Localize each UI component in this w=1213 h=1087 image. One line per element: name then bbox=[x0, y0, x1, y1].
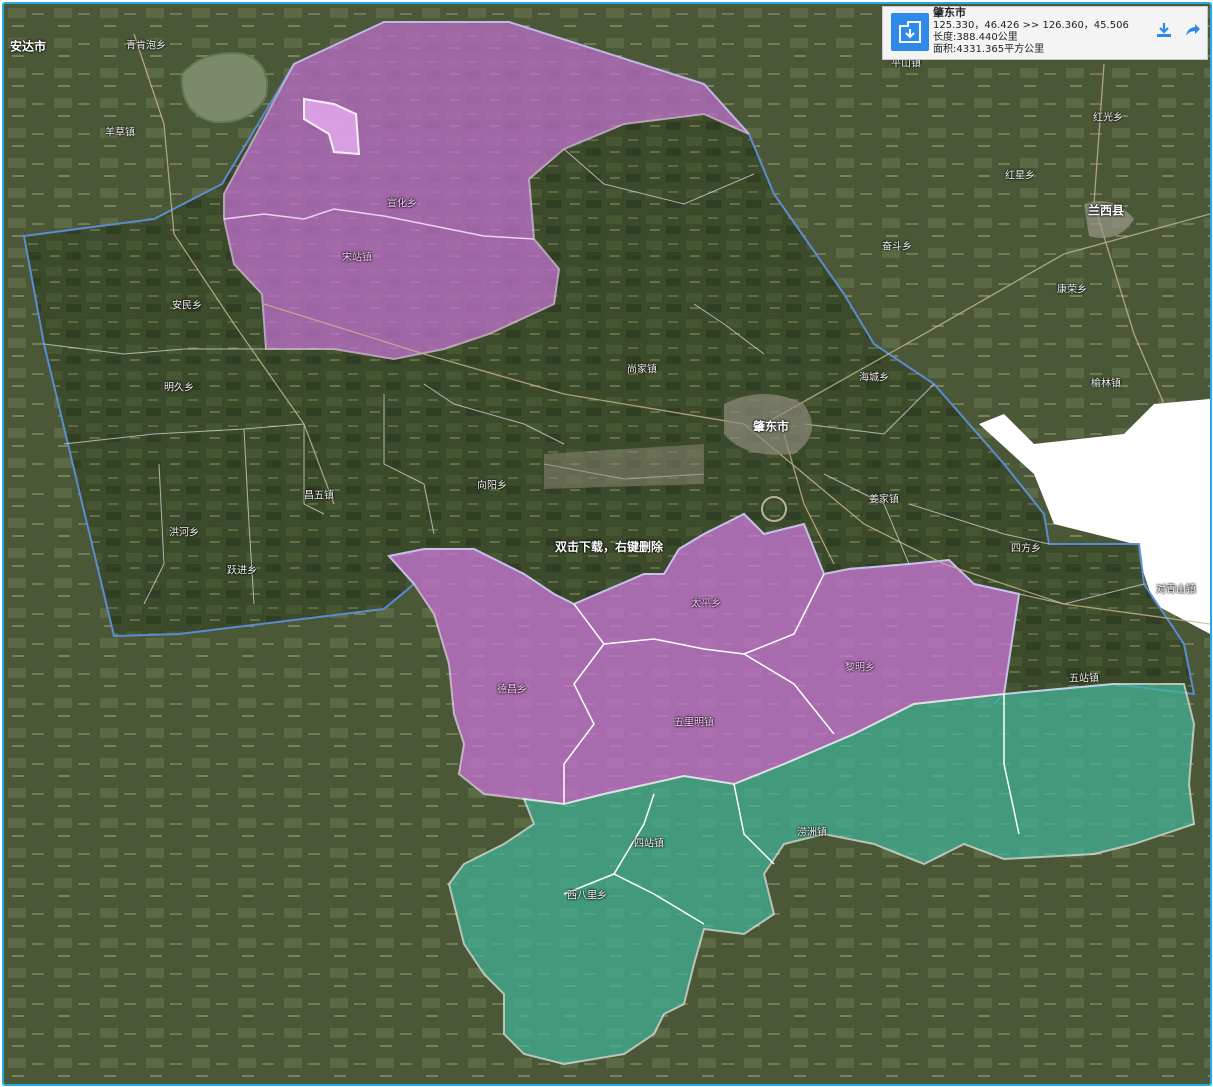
share-icon[interactable] bbox=[1183, 21, 1201, 39]
lake bbox=[180, 52, 268, 124]
region-length: 长度:388.440公里 bbox=[933, 32, 1018, 43]
info-panel: 肇东市 125.330，46.426 >> 126.360，45.506 长度:… bbox=[882, 6, 1208, 60]
download-icon[interactable] bbox=[1155, 21, 1173, 39]
region-coords: 125.330，46.426 >> 126.360，45.506 bbox=[933, 20, 1129, 31]
region-thumbnail[interactable] bbox=[891, 13, 929, 51]
map-canvas[interactable] bbox=[4, 4, 1210, 1084]
map-frame: 安达市 青肯泡乡 羊草镇 宣化乡 宋站镇 安民乡 明久乡 尚家镇 海城乡 肇东市… bbox=[2, 2, 1212, 1086]
region-area: 面积:4331.365平方公里 bbox=[933, 44, 1045, 55]
region-name: 肇东市 bbox=[933, 6, 966, 19]
